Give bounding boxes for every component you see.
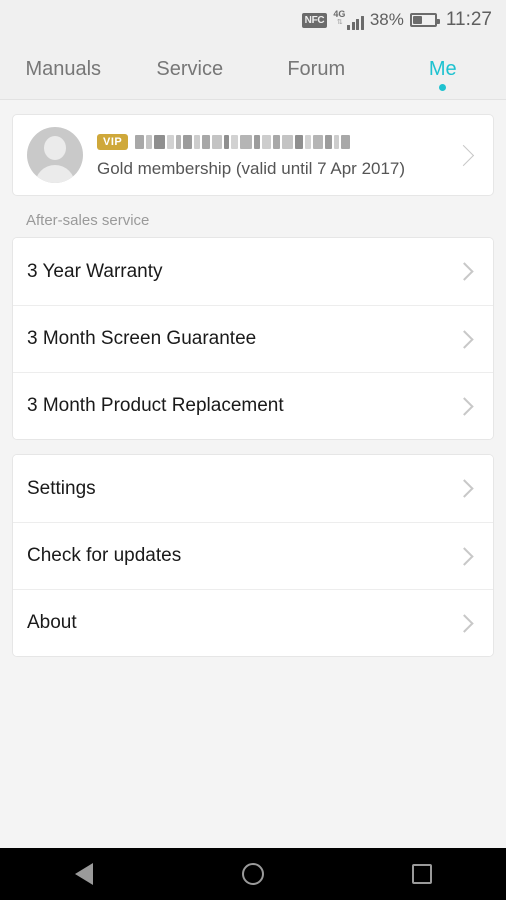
list-item-label: Settings [27,477,96,499]
chevron-right-icon [455,613,474,633]
redacted-block [231,135,239,149]
data-transfer-arrows-icon: ⇅ [336,19,343,26]
list-item[interactable]: Settings [13,455,493,522]
profile-card[interactable]: VIP Gold membership (valid until 7 Apr 2… [12,114,494,196]
list-card: Settings Check for updates About [12,454,494,657]
redacted-block [194,135,201,149]
back-button[interactable] [39,848,129,900]
network-type-label: 4G [333,9,346,19]
list-item-label: About [27,612,77,633]
list-item-label: 3 Year Warranty [27,260,163,282]
battery-percent-label: 38% [369,10,404,29]
list-item-label: 3 Month Product Replacement [27,395,284,416]
home-button[interactable] [208,848,298,900]
redacted-block [295,135,304,149]
redacted-block [176,135,182,149]
redacted-block [334,135,340,149]
signal-icon: 4G ⇅ [333,10,364,30]
tab-forum[interactable]: Forum [253,40,380,99]
chevron-right-icon [455,479,474,498]
username-redacted [135,135,351,150]
recents-button[interactable] [377,848,467,900]
chevron-right-icon [455,329,474,349]
chevron-right-icon [455,396,474,416]
redacted-block [341,135,351,149]
home-circle-icon [241,863,264,885]
main-content: VIP Gold membership (valid until 7 Apr 2… [0,114,506,657]
redacted-block [212,135,223,149]
tab-label: Me [428,58,457,80]
list-item-label: Check for updates [27,545,182,566]
vip-badge: VIP [97,134,129,150]
chevron-right-icon [452,144,475,166]
clock-label: 11:27 [445,9,492,30]
nfc-icon: NFC [301,12,328,28]
tab-service[interactable]: Service [127,40,254,99]
redacted-block [183,135,193,149]
redacted-block [273,135,281,149]
recents-square-icon [411,864,432,884]
status-bar: NFC 4G ⇅ 38% 11:27 [0,0,506,40]
redacted-block [240,135,253,149]
android-navigation-bar [0,848,506,900]
chevron-right-icon [455,546,474,566]
redacted-block [146,135,153,149]
redacted-block [262,135,272,149]
redacted-block [325,135,333,149]
battery-icon [409,13,440,27]
section-title: After-sales service [26,212,150,229]
signal-bars-icon [347,14,364,30]
membership-label: Gold membership (valid until 7 Apr 2017) [97,159,406,178]
avatar [27,127,83,183]
tab-me[interactable]: Me [380,40,506,99]
redacted-block [224,135,230,149]
redacted-block [135,135,145,149]
list-item[interactable]: 3 Month Screen Guarantee [13,305,493,372]
redacted-block [202,135,211,149]
redacted-block [254,135,261,149]
active-tab-indicator-dot [439,84,447,91]
chevron-right-icon [455,262,474,281]
tab-manuals[interactable]: Manuals [0,40,127,99]
list-item[interactable]: 3 Month Product Replacement [13,372,493,439]
list-item[interactable]: About [13,589,493,656]
redacted-block [154,135,166,149]
tab-bar: Manuals Service Forum Me [0,40,506,100]
redacted-block [313,135,324,149]
list-card: 3 Year Warranty 3 Month Screen Guarantee 3… [12,237,494,440]
list-item[interactable]: 3 Year Warranty [13,238,493,305]
back-triangle-icon [75,863,94,885]
redacted-block [167,135,175,149]
redacted-block [305,135,312,149]
phone-screen: NFC 4G ⇅ 38% 11:27 Manuals Service Forum Me [0,0,506,900]
list-item[interactable]: Check for updates [13,522,493,589]
list-item-label: 3 Month Screen Guarantee [27,328,257,349]
tab-label: Forum [287,58,346,80]
tab-label: Manuals [25,58,102,80]
redacted-block [282,135,294,149]
tab-label: Service [156,58,224,80]
